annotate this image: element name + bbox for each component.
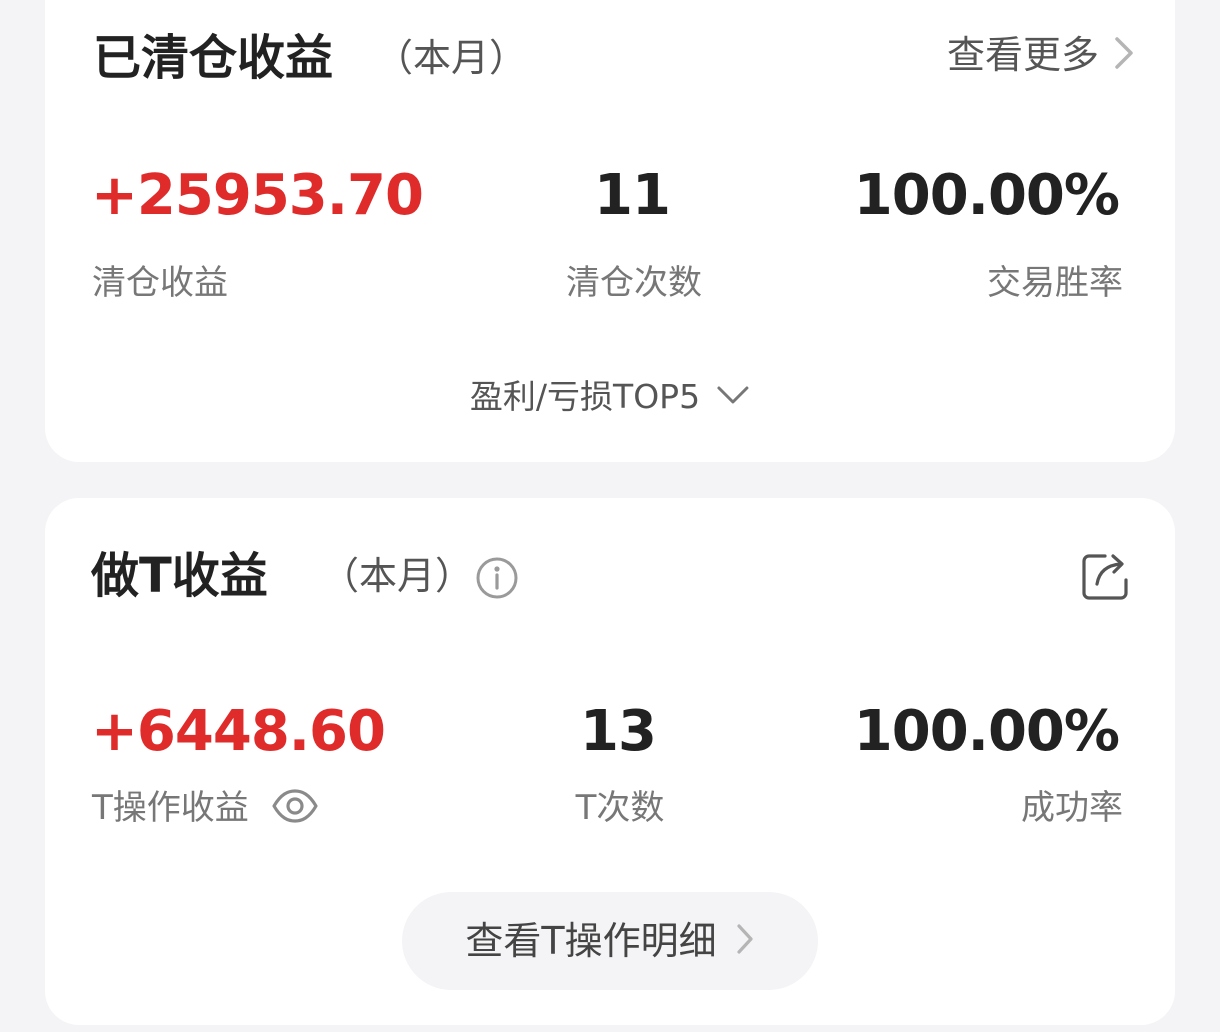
view-more-link[interactable]: 查看更多	[947, 36, 1135, 74]
t-count-label: T次数	[575, 788, 665, 828]
view-more-label: 查看更多	[946, 33, 1099, 77]
t-profit-label: T操作收益	[92, 788, 249, 828]
cleared-winrate-value: 100.00%	[853, 163, 1120, 228]
t-count-value: 13	[580, 699, 657, 764]
chevron-down-icon	[716, 385, 750, 409]
chevron-right-icon	[735, 923, 755, 959]
view-t-detail-button[interactable]: 查看T操作明细	[402, 892, 818, 990]
eye-icon[interactable]	[271, 788, 319, 828]
cleared-title: 已清仓收益	[93, 30, 334, 86]
info-icon[interactable]	[475, 556, 519, 604]
t-trade-period: （本月）	[321, 554, 474, 598]
t-profit-label-row: T操作收益	[92, 788, 319, 828]
t-success-label: 成功率	[1021, 788, 1123, 828]
top5-label: 盈利/亏损TOP5	[469, 377, 701, 416]
view-t-detail-label: 查看T操作明细	[465, 919, 717, 963]
t-success-value: 100.00%	[853, 699, 1120, 764]
cleared-winrate-label: 交易胜率	[987, 263, 1123, 303]
t-trade-title: 做T收益	[91, 548, 268, 604]
t-profit-value: +6448.60	[91, 699, 386, 764]
cleared-count-value: 11	[594, 163, 671, 228]
cleared-profit-label: 清仓收益	[92, 263, 228, 303]
cleared-profit-card: 已清仓收益 （本月） 查看更多 +25953.70 清仓收益 11 清仓次数 1…	[45, 0, 1175, 462]
cleared-count-label: 清仓次数	[566, 263, 702, 303]
top5-toggle[interactable]: 盈利/亏损TOP5	[470, 380, 750, 413]
cleared-period: （本月）	[375, 36, 528, 80]
share-icon[interactable]	[1081, 552, 1131, 606]
cleared-profit-value: +25953.70	[91, 163, 424, 228]
t-trade-profit-card: 做T收益 （本月） +6448.60 T操作收益 13 T次数 100.00% …	[45, 498, 1175, 1025]
chevron-right-icon	[1113, 36, 1135, 74]
